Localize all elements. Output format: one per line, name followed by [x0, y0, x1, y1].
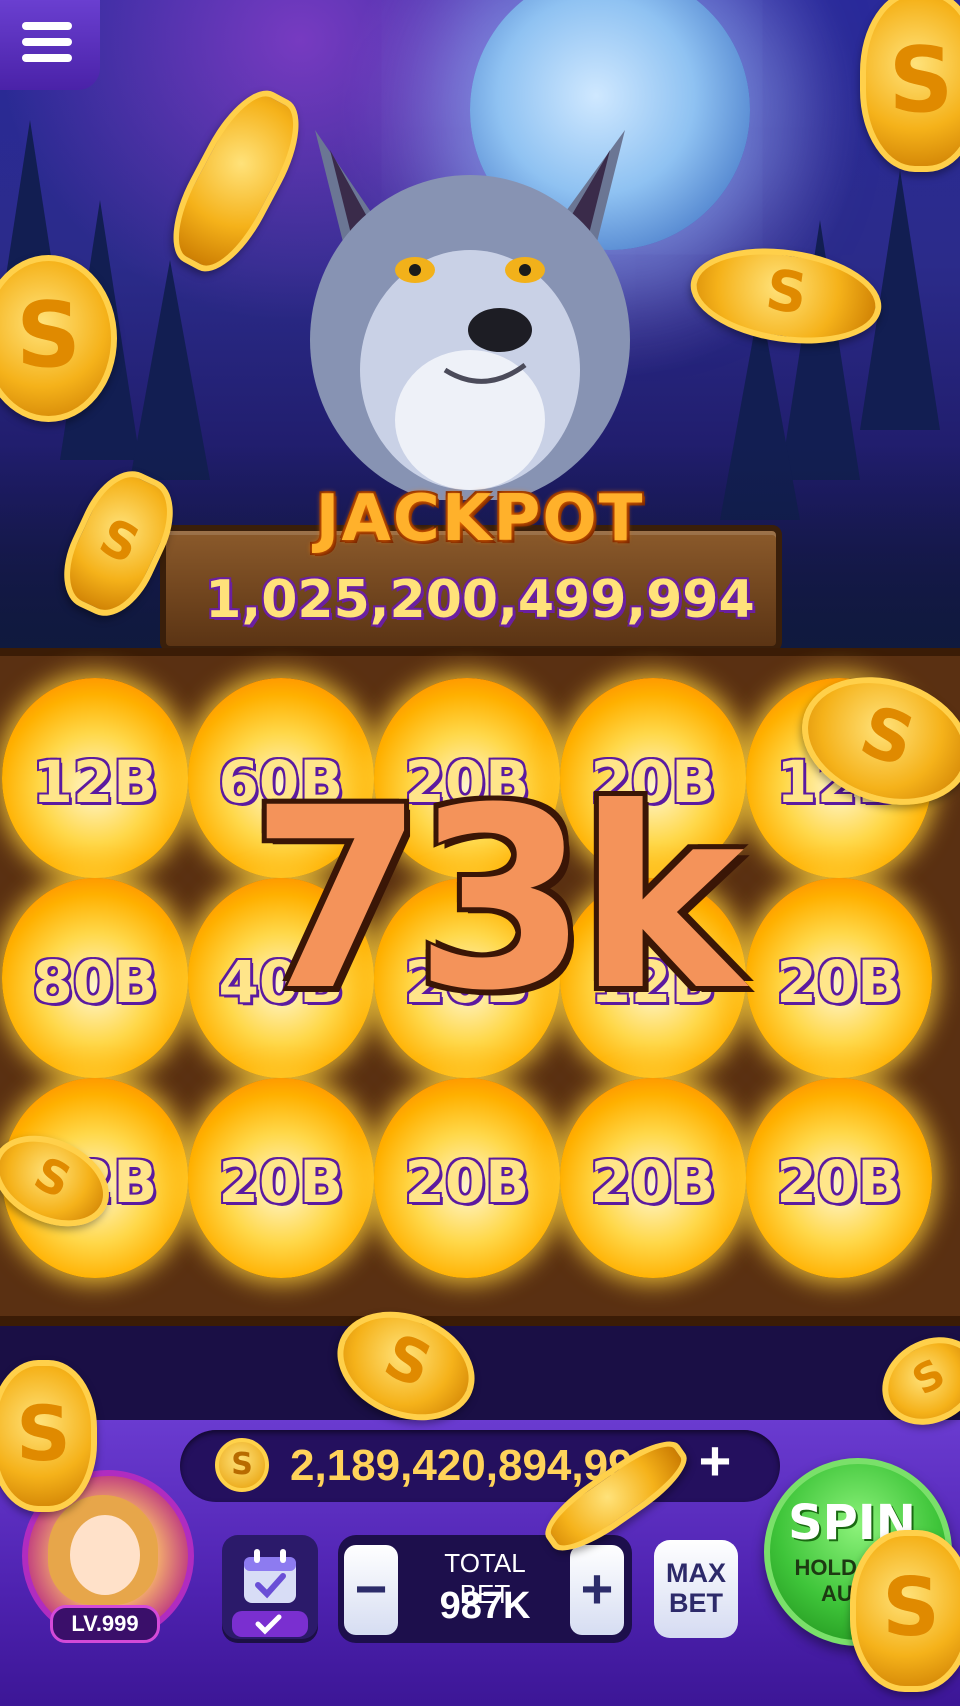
cell-value: 80B: [32, 948, 158, 1016]
reel-cell: 20B: [746, 1078, 932, 1278]
avatar-face: [70, 1515, 140, 1595]
max-bet-label-line2: BET: [669, 1588, 723, 1618]
max-bet-button[interactable]: MAX BET: [654, 1540, 738, 1638]
cell-value: 20B: [218, 1148, 344, 1216]
game-scene: JACKPOT 1,025,200,499,994 12B 60B 20B 20…: [0, 0, 960, 1706]
win-amount: 73k: [250, 754, 744, 1045]
add-coins-button[interactable]: +: [690, 1433, 740, 1489]
reel-cell: 20B: [188, 1078, 374, 1278]
max-bet-label-line1: MAX: [666, 1558, 726, 1588]
decrease-bet-button[interactable]: −: [344, 1545, 398, 1635]
level-badge: LV.999: [50, 1605, 160, 1643]
reel-cell: 80B: [2, 878, 188, 1078]
cell-value: 20B: [404, 1148, 530, 1216]
flying-coin-icon: S: [850, 1530, 960, 1692]
cell-value: 20B: [776, 948, 902, 1016]
calendar-check-icon: [232, 1549, 308, 1637]
menu-button[interactable]: [0, 0, 100, 90]
flying-coin-icon: S: [0, 1360, 97, 1512]
daily-bonus-button[interactable]: [222, 1535, 318, 1643]
reel-cell: 20B: [374, 1078, 560, 1278]
increase-bet-button[interactable]: +: [570, 1545, 624, 1635]
reel-cell: 12B: [2, 678, 188, 878]
cell-value: 20B: [776, 1148, 902, 1216]
total-bet-value: 987K: [439, 1585, 531, 1627]
reel-cell: 20B: [560, 1078, 746, 1278]
reel-cell: 20B: [746, 878, 932, 1078]
hamburger-menu-icon: [22, 22, 72, 30]
hamburger-menu-icon: [22, 54, 72, 62]
cell-value: 20B: [590, 1148, 716, 1216]
flying-coin-icon: S: [860, 0, 960, 172]
wolf-illustration: [310, 130, 630, 500]
hamburger-menu-icon: [22, 38, 72, 46]
cell-value: 12B: [32, 748, 158, 816]
coin-icon: S: [215, 1438, 269, 1492]
